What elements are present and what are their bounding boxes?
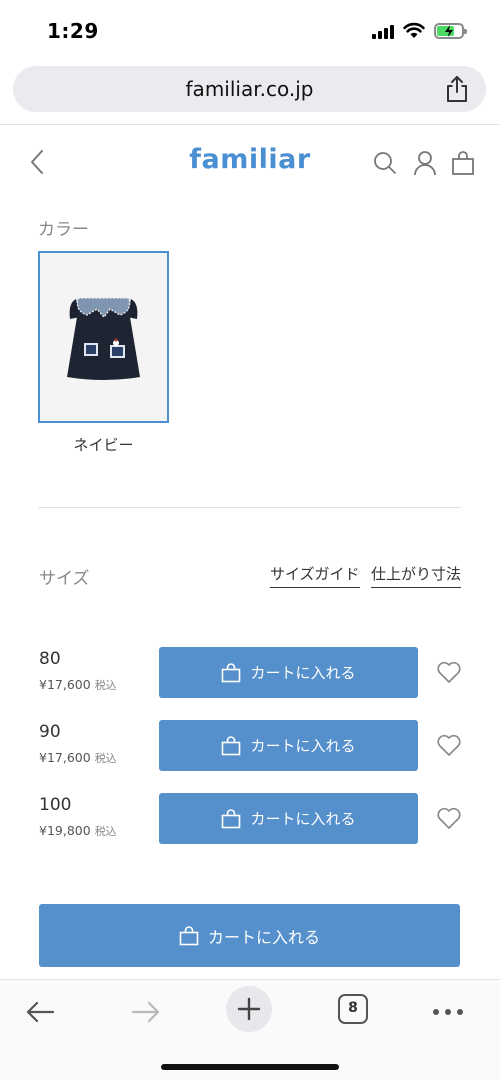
search-icon[interactable] <box>373 150 397 176</box>
account-icon[interactable] <box>413 150 437 176</box>
address-url[interactable]: familiar.co.jp <box>13 77 486 101</box>
browser-forward-button[interactable] <box>124 990 168 1034</box>
arrow-left-icon <box>26 1001 55 1023</box>
status-time: 1:29 <box>47 19 99 43</box>
finished-dimensions-link[interactable]: 仕上がり寸法 <box>371 563 462 588</box>
arrow-right-icon <box>131 1001 160 1023</box>
color-swatch-navy[interactable] <box>38 251 169 423</box>
main-add-to-cart-button[interactable]: カートに入れる <box>39 904 460 967</box>
status-icons <box>372 22 467 39</box>
shopping-bag-icon <box>222 808 241 828</box>
more-menu-button[interactable] <box>426 990 470 1034</box>
navy-dress-image <box>67 297 140 380</box>
size-row-100: 100 ¥19,800 税込 カートに入れる <box>0 793 500 845</box>
section-divider <box>38 507 461 508</box>
add-to-cart-label: カートに入れる <box>250 737 356 755</box>
more-dots-icon <box>433 1009 463 1015</box>
battery-charging-icon <box>434 22 467 39</box>
main-add-to-cart-label: カートに入れる <box>207 927 320 947</box>
shopping-bag-icon <box>179 925 199 945</box>
new-tab-button[interactable] <box>226 986 272 1032</box>
size-row-80: 80 ¥17,600 税込 カートに入れる <box>0 647 500 699</box>
add-to-cart-button-80[interactable]: カートに入れる <box>159 647 418 698</box>
status-bar: 1:29 <box>0 0 500 62</box>
size-guide-link[interactable]: サイズガイド <box>270 563 360 588</box>
tax-label: 税込 <box>94 825 117 838</box>
size-label: 80 <box>39 649 61 669</box>
tax-label: 税込 <box>94 679 117 692</box>
size-label: 100 <box>39 795 72 815</box>
favorite-heart-icon[interactable] <box>436 732 462 758</box>
tab-switcher-button[interactable]: 8 <box>338 994 368 1024</box>
plus-icon <box>237 997 261 1021</box>
size-price: ¥17,600 税込 <box>39 677 117 693</box>
selected-color-name: ネイビー <box>73 436 134 454</box>
cart-bag-icon[interactable] <box>451 150 475 176</box>
add-to-cart-button-100[interactable]: カートに入れる <box>159 793 418 844</box>
cellular-signal-icon <box>372 23 394 39</box>
favorite-heart-icon[interactable] <box>436 805 462 831</box>
size-section-label: サイズ <box>39 569 90 589</box>
browser-toolbar: 8 <box>0 979 500 1080</box>
size-price: ¥19,800 税込 <box>39 823 117 839</box>
add-to-cart-label: カートに入れる <box>250 664 356 682</box>
wifi-icon <box>403 22 425 38</box>
browser-divider <box>0 124 500 125</box>
size-row-90: 90 ¥17,600 税込 カートに入れる <box>0 720 500 772</box>
favorite-heart-icon[interactable] <box>436 659 462 685</box>
price-value: ¥19,800 <box>39 823 91 838</box>
add-to-cart-label: カートに入れる <box>250 810 356 828</box>
browser-back-button[interactable] <box>18 990 62 1034</box>
share-icon[interactable] <box>444 75 470 103</box>
shopping-bag-icon <box>222 662 241 682</box>
color-section-label: カラー <box>38 220 89 240</box>
price-value: ¥17,600 <box>39 677 91 692</box>
tax-label: 税込 <box>94 752 117 765</box>
price-value: ¥17,600 <box>39 750 91 765</box>
address-bar[interactable]: familiar.co.jp <box>13 66 486 112</box>
add-to-cart-button-90[interactable]: カートに入れる <box>159 720 418 771</box>
size-label: 90 <box>39 722 61 742</box>
size-price: ¥17,600 税込 <box>39 750 117 766</box>
shopping-bag-icon <box>222 735 241 755</box>
home-indicator <box>161 1064 339 1070</box>
